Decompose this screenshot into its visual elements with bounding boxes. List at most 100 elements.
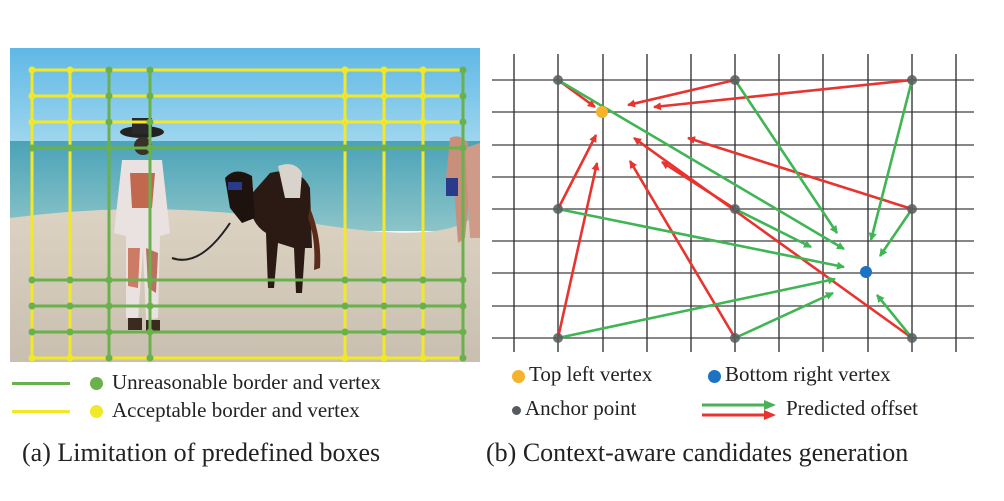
panel-b-diagram <box>490 50 1004 360</box>
legend-item-unreasonable: Unreasonable border and vertex <box>12 370 482 399</box>
vertex-dot <box>105 276 113 284</box>
vertex-dot <box>28 66 36 74</box>
vertex-dot <box>419 276 427 284</box>
vertex-dot <box>341 328 349 336</box>
vertex-dot <box>419 118 427 126</box>
vertex-dot <box>380 92 388 100</box>
vertex-dot <box>66 92 74 100</box>
vertex-dot <box>459 118 467 126</box>
vertex-dot <box>341 92 349 100</box>
candidate-grid-diagram <box>492 54 974 352</box>
legend-item-acceptable: Acceptable border and vertex <box>12 398 482 427</box>
anchor-dot-icon <box>512 405 521 415</box>
vertex-dot <box>66 144 74 152</box>
vertex-dot <box>380 328 388 336</box>
vertex-dot <box>419 328 427 336</box>
green-offset-arrow <box>878 208 914 257</box>
vertex-dot <box>380 354 388 362</box>
vertex-dot <box>380 118 388 126</box>
vertex-dot <box>419 144 427 152</box>
green-dot-icon <box>90 377 103 390</box>
vertex-dot <box>105 92 113 100</box>
caption-a: (a) Limitation of predefined boxes <box>22 438 381 467</box>
panel-a-photo <box>10 48 480 362</box>
vertex-dot <box>459 66 467 74</box>
vertex-dot <box>146 302 154 310</box>
legend-item-offset: Predicted offset <box>700 396 918 421</box>
vertex-dot <box>380 302 388 310</box>
anchor-point <box>907 204 917 214</box>
vertex-dot <box>459 354 467 362</box>
vertex-dot <box>28 118 36 126</box>
vertex-dot <box>105 328 113 336</box>
vertex-dot <box>380 276 388 284</box>
vertex-dot <box>146 354 154 362</box>
anchor-point <box>730 333 740 343</box>
vertex-dot <box>66 354 74 362</box>
anchor-point <box>730 204 740 214</box>
vertex-dot <box>105 302 113 310</box>
vertex-dot <box>66 302 74 310</box>
vertex-dot <box>105 144 113 152</box>
offset-arrows-swatch <box>702 400 776 421</box>
red-offset-arrow <box>687 136 913 211</box>
anchor-point <box>907 333 917 343</box>
vertex-dot <box>28 302 36 310</box>
legend-label: Top left vertex <box>529 362 653 386</box>
vertex-dot <box>66 328 74 336</box>
vertex-dot <box>459 328 467 336</box>
vertex-dot <box>66 66 74 74</box>
vertex-dot <box>146 118 154 126</box>
red-offset-arrow <box>653 78 913 111</box>
legend-item-bottom-right: Bottom right vertex <box>708 362 891 387</box>
vertex-dot <box>341 354 349 362</box>
vertex-dot <box>28 354 36 362</box>
vertex-dot <box>341 276 349 284</box>
anchor-point <box>907 75 917 85</box>
vertex-dot <box>146 66 154 74</box>
vertex-dot <box>341 66 349 74</box>
blue-dot-icon <box>708 369 721 383</box>
vertex-dot <box>146 92 154 100</box>
green-line-swatch <box>12 382 70 385</box>
legend-label: Unreasonable border and vertex <box>112 370 381 394</box>
vertex-dot <box>28 144 36 152</box>
legend-label: Acceptable border and vertex <box>112 398 360 422</box>
orange-dot-icon <box>512 369 525 383</box>
vertex-dot <box>341 118 349 126</box>
bottom-right-vertex <box>860 266 872 278</box>
vertex-dot <box>380 144 388 152</box>
legend-label: Predicted offset <box>786 396 918 420</box>
legend-label: Bottom right vertex <box>725 362 891 386</box>
vertex-dot <box>459 92 467 100</box>
vertex-dot <box>105 118 113 126</box>
anchor-point <box>553 333 563 343</box>
vertex-dot <box>419 354 427 362</box>
legend-item-top-left: Top left vertex <box>512 362 652 387</box>
green-offset-arrow <box>557 276 836 340</box>
vertex-dot <box>419 92 427 100</box>
red-offset-arrow <box>556 162 600 339</box>
anchor-point <box>553 204 563 214</box>
vertex-dot <box>419 302 427 310</box>
green-offset-arrow <box>557 207 845 270</box>
vertex-dot <box>66 118 74 126</box>
caption-b: (b) Context-aware candidates generation <box>486 438 909 467</box>
vertex-dot <box>380 66 388 74</box>
vertex-dot <box>419 66 427 74</box>
yellow-dot-icon <box>90 405 103 418</box>
vertex-dot <box>105 66 113 74</box>
vertex-dot <box>66 276 74 284</box>
vertex-dot <box>341 302 349 310</box>
vertex-dot <box>459 276 467 284</box>
green-offset-arrow <box>734 291 834 340</box>
anchor-point <box>730 75 740 85</box>
vertex-dot <box>146 328 154 336</box>
vertex-dot <box>146 276 154 284</box>
vertex-dot <box>146 144 154 152</box>
green-offset-arrow <box>557 78 845 251</box>
vertex-dot <box>341 144 349 152</box>
legend-item-anchor: Anchor point <box>512 396 636 421</box>
vertex-dot <box>28 92 36 100</box>
vertex-dot <box>459 144 467 152</box>
